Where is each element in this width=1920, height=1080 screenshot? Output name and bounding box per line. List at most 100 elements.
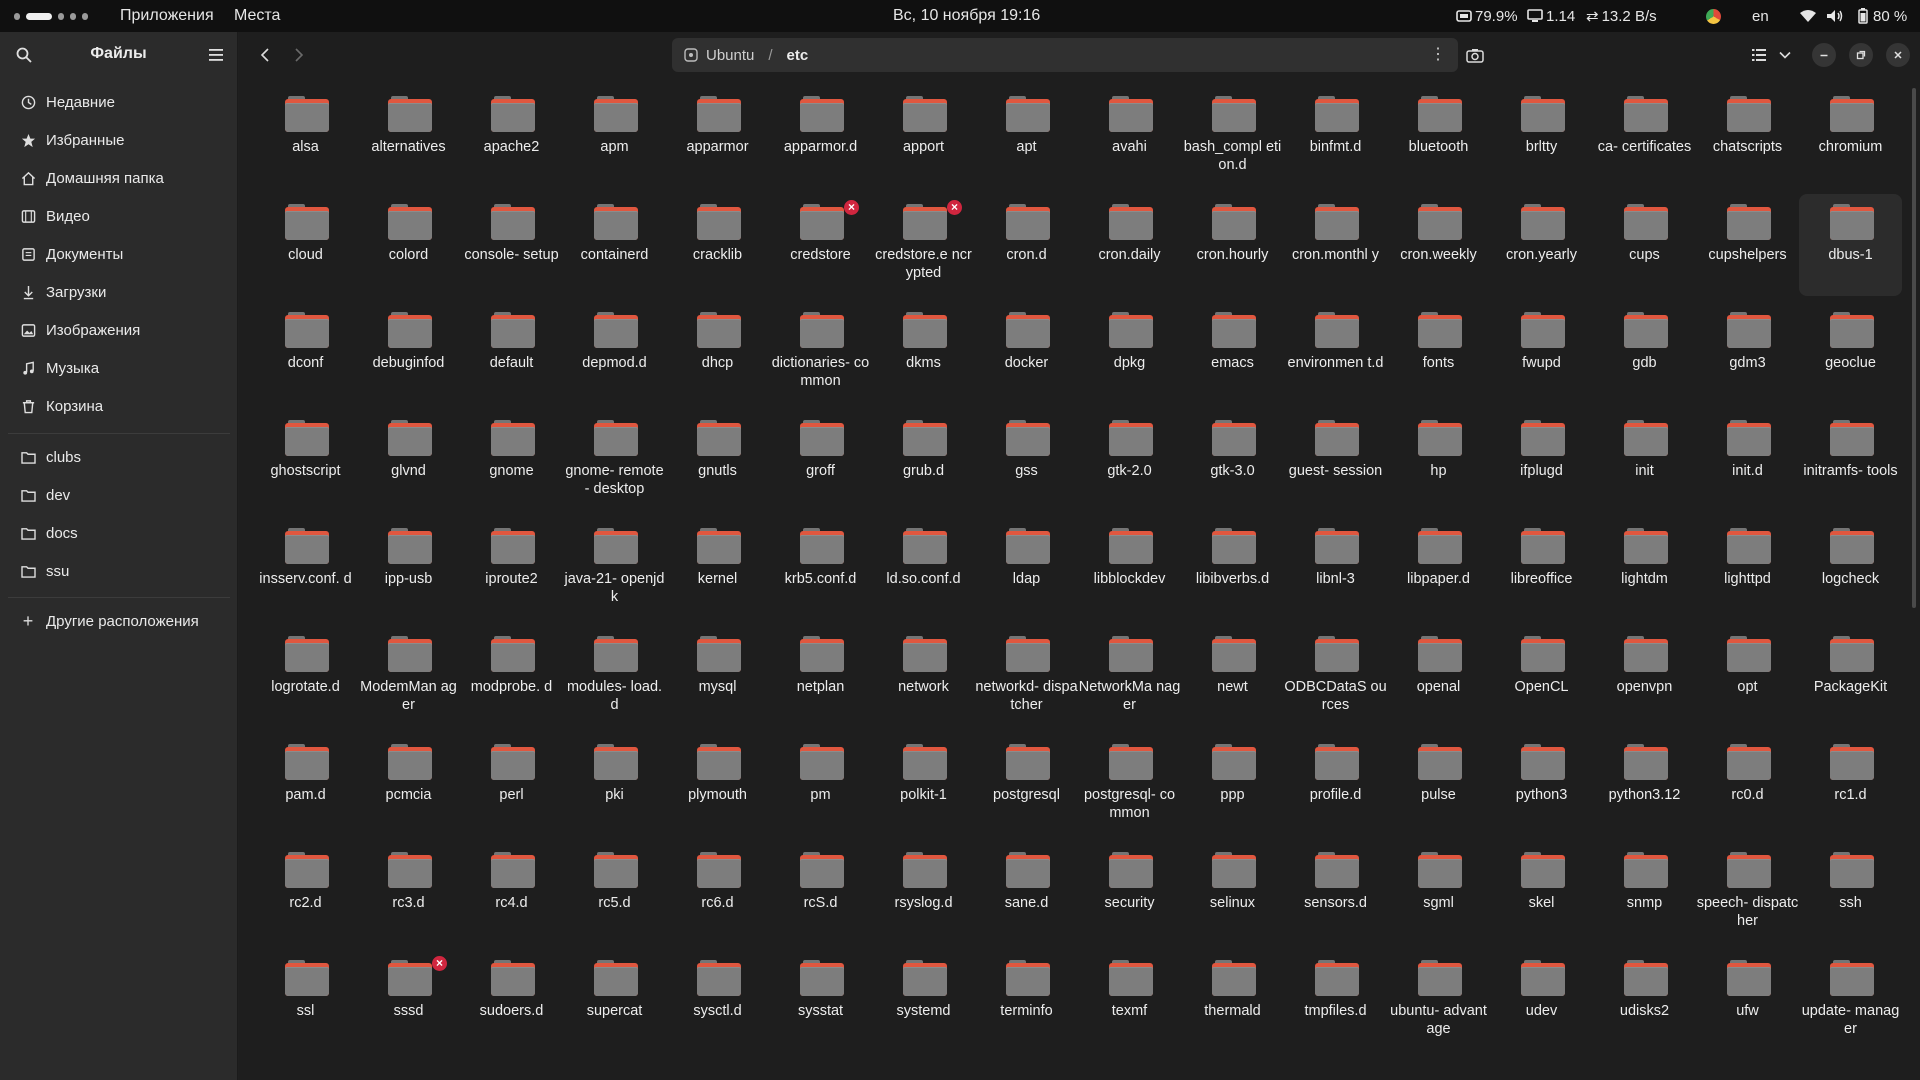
folder-item[interactable]: logcheck	[1799, 518, 1902, 620]
sidebar-item-home[interactable]: Домашняя папка	[8, 161, 230, 195]
folder-item[interactable]: openal	[1387, 626, 1490, 728]
folder-item[interactable]: pm	[769, 734, 872, 836]
folder-item[interactable]: sgml	[1387, 842, 1490, 944]
folder-item[interactable]: dconf	[254, 302, 357, 404]
folder-item[interactable]: geoclue	[1799, 302, 1902, 404]
folder-item[interactable]: PackageKit	[1799, 626, 1902, 728]
folder-item[interactable]: rc0.d	[1696, 734, 1799, 836]
folder-item[interactable]: cloud	[254, 194, 357, 296]
folder-item[interactable]: modprobe. d	[460, 626, 563, 728]
folder-item[interactable]: apm	[563, 86, 666, 188]
folder-item[interactable]: gtk-2.0	[1078, 410, 1181, 512]
sidebar-bookmark-ssu[interactable]: ssu	[8, 554, 230, 588]
folder-item[interactable]: ldap	[975, 518, 1078, 620]
folder-item[interactable]: avahi	[1078, 86, 1181, 188]
folder-item[interactable]: ipp-usb	[357, 518, 460, 620]
minimize-button[interactable]	[1812, 43, 1836, 67]
path-segment-root[interactable]: Ubuntu	[706, 47, 754, 64]
folder-item[interactable]: gtk-3.0	[1181, 410, 1284, 512]
folder-item[interactable]: OpenCL	[1490, 626, 1593, 728]
folder-item[interactable]: cracklib	[666, 194, 769, 296]
places-menu[interactable]: Места	[234, 0, 280, 32]
folder-item[interactable]: security	[1078, 842, 1181, 944]
folder-item[interactable]: alsa	[254, 86, 357, 188]
folder-item[interactable]: pcmcia	[357, 734, 460, 836]
sidebar-item-recent[interactable]: Недавние	[8, 85, 230, 119]
folder-item[interactable]: selinux	[1181, 842, 1284, 944]
folder-item[interactable]: apparmor.d	[769, 86, 872, 188]
folder-item[interactable]: rc4.d	[460, 842, 563, 944]
folder-item[interactable]: libreoffice	[1490, 518, 1593, 620]
folder-item[interactable]: docker	[975, 302, 1078, 404]
folder-item[interactable]: ODBCDataS ources	[1284, 626, 1387, 728]
apps-menu[interactable]: Приложения	[120, 0, 214, 32]
folder-item[interactable]: openvpn	[1593, 626, 1696, 728]
folder-item[interactable]: ubuntu- advantage	[1387, 950, 1490, 1052]
folder-item[interactable]: sudoers.d	[460, 950, 563, 1052]
folder-item[interactable]: sane.d	[975, 842, 1078, 944]
folder-item[interactable]: lighttpd	[1696, 518, 1799, 620]
folder-item[interactable]: cron.d	[975, 194, 1078, 296]
folder-item[interactable]: ifplugd	[1490, 410, 1593, 512]
folder-item[interactable]: depmod.d	[563, 302, 666, 404]
folder-item[interactable]: × credstore.e ncrypted	[872, 194, 975, 296]
folder-item[interactable]: opt	[1696, 626, 1799, 728]
folder-item[interactable]: dictionaries- common	[769, 302, 872, 404]
folder-item[interactable]: brltty	[1490, 86, 1593, 188]
folder-item[interactable]: alternatives	[357, 86, 460, 188]
sidebar-item-other-locations[interactable]: + Другие расположения	[8, 604, 230, 638]
folder-item[interactable]: cron.yearly	[1490, 194, 1593, 296]
folder-item[interactable]: initramfs- tools	[1799, 410, 1902, 512]
folder-item[interactable]: × sssd	[357, 950, 460, 1052]
folder-item[interactable]: dpkg	[1078, 302, 1181, 404]
sidebar-item-starred[interactable]: Избранные	[8, 123, 230, 157]
folder-item[interactable]: postgresql	[975, 734, 1078, 836]
folder-item[interactable]: debuginfod	[357, 302, 460, 404]
folder-item[interactable]: apache2	[460, 86, 563, 188]
folder-item[interactable]: polkit-1	[872, 734, 975, 836]
folder-item[interactable]: texmf	[1078, 950, 1181, 1052]
folder-item[interactable]: gss	[975, 410, 1078, 512]
folder-item[interactable]: NetworkMa nager	[1078, 626, 1181, 728]
sidebar-bookmark-docs[interactable]: docs	[8, 516, 230, 550]
folder-item[interactable]: cron.weekly	[1387, 194, 1490, 296]
load-indicator[interactable]: 1.14	[1527, 0, 1575, 32]
folder-item[interactable]: tmpfiles.d	[1284, 950, 1387, 1052]
folder-item[interactable]: pulse	[1387, 734, 1490, 836]
vertical-scrollbar[interactable]	[1912, 88, 1916, 608]
folder-item[interactable]: gnutls	[666, 410, 769, 512]
language-indicator[interactable]: en	[1752, 0, 1769, 32]
folder-item[interactable]: perl	[460, 734, 563, 836]
folder-item[interactable]: ghostscript	[254, 410, 357, 512]
folder-item[interactable]: rc3.d	[357, 842, 460, 944]
folder-item[interactable]: plymouth	[666, 734, 769, 836]
folder-item[interactable]: rc2.d	[254, 842, 357, 944]
path-segment-current[interactable]: etc	[787, 47, 809, 64]
folder-item[interactable]: console- setup	[460, 194, 563, 296]
folder-item[interactable]: gdm3	[1696, 302, 1799, 404]
folder-item[interactable]: init	[1593, 410, 1696, 512]
folder-item[interactable]: kernel	[666, 518, 769, 620]
folder-item[interactable]: rc6.d	[666, 842, 769, 944]
folder-item[interactable]: systemd	[872, 950, 975, 1052]
folder-item[interactable]: ppp	[1181, 734, 1284, 836]
folder-item[interactable]: libnl-3	[1284, 518, 1387, 620]
folder-item[interactable]: update- manager	[1799, 950, 1902, 1052]
folder-item[interactable]: ModemMan ager	[357, 626, 460, 728]
sidebar-item-documents[interactable]: Документы	[8, 237, 230, 271]
folder-item[interactable]: libblockdev	[1078, 518, 1181, 620]
folder-item[interactable]: iproute2	[460, 518, 563, 620]
folder-item[interactable]: libibverbs.d	[1181, 518, 1284, 620]
folder-item[interactable]: bash_compl etion.d	[1181, 86, 1284, 188]
folder-item[interactable]: apt	[975, 86, 1078, 188]
folder-item[interactable]: skel	[1490, 842, 1593, 944]
close-button[interactable]	[1886, 43, 1910, 67]
folder-item[interactable]: sensors.d	[1284, 842, 1387, 944]
activities-indicator[interactable]	[14, 0, 94, 32]
sidebar-item-downloads[interactable]: Загрузки	[8, 275, 230, 309]
chrome-indicator[interactable]	[1706, 0, 1721, 32]
folder-item[interactable]: rc1.d	[1799, 734, 1902, 836]
path-menu-icon[interactable]: ⋮	[1430, 47, 1446, 63]
battery-indicator[interactable]: 80 %	[1858, 0, 1907, 32]
network-speed-indicator[interactable]: ⇄ 13.2 B/s	[1586, 0, 1657, 32]
